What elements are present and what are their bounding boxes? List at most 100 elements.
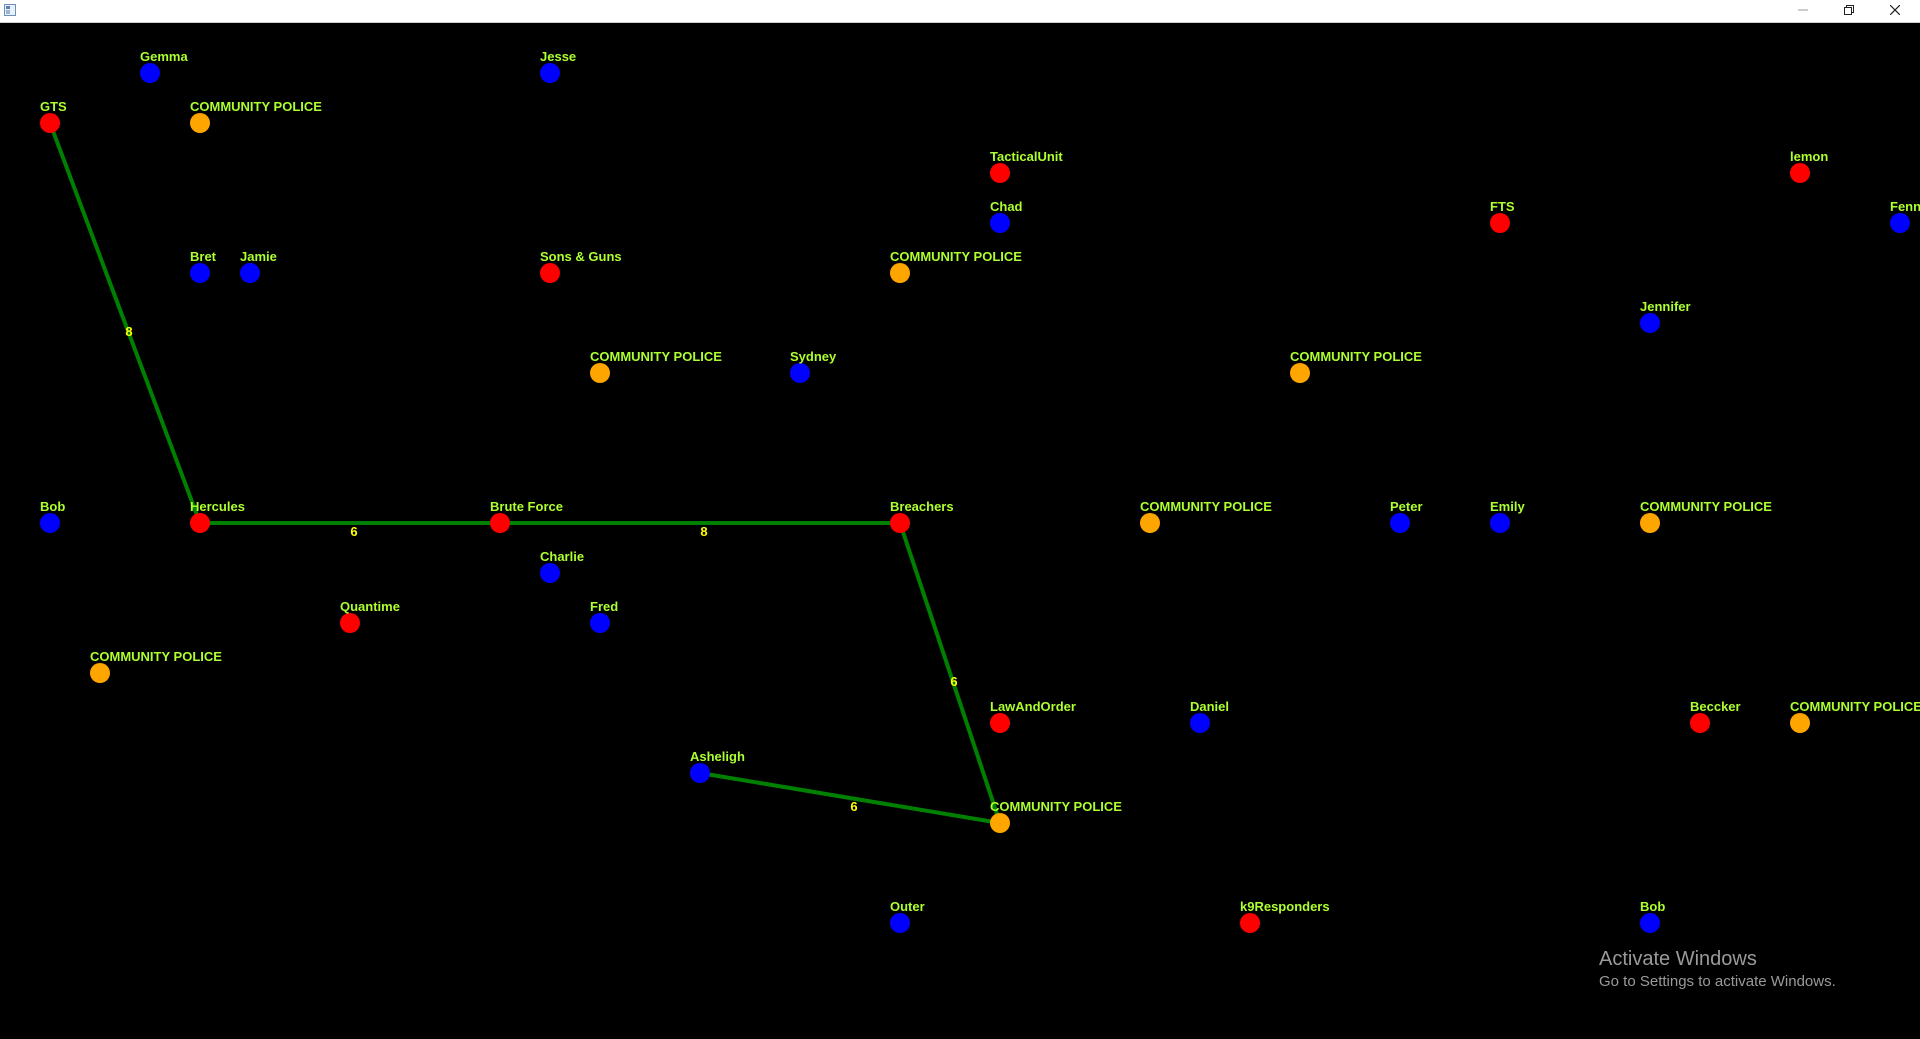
node-label: Chad	[990, 199, 1023, 214]
graph-node[interactable]: Sons & Guns	[540, 249, 622, 283]
graph-node[interactable]: TacticalUnit	[990, 149, 1063, 183]
team-node-dot[interactable]	[990, 163, 1010, 183]
graph-node[interactable]: Quantime	[340, 599, 400, 633]
team-node-dot[interactable]	[1490, 213, 1510, 233]
graph-node[interactable]: Chad	[990, 199, 1023, 233]
user-node-dot[interactable]	[990, 213, 1010, 233]
node-label: Fred	[590, 599, 618, 614]
graph-node[interactable]: COMMUNITY POLICE	[1790, 699, 1920, 733]
window-titlebar[interactable]	[0, 0, 1920, 23]
network-graph-canvas[interactable]: 8 6 8 6 6 Gemma Jesse GTS COMMUNITY POLICE Tactic…	[0, 0, 1920, 1039]
police-node-dot[interactable]	[1790, 713, 1810, 733]
node-label: GTS	[40, 99, 67, 114]
police-node-dot[interactable]	[590, 363, 610, 383]
node-label: Breachers	[890, 499, 954, 514]
graph-node[interactable]: Outer	[890, 899, 925, 933]
maximize-button[interactable]	[1826, 0, 1872, 22]
police-node-dot[interactable]	[1290, 363, 1310, 383]
team-node-dot[interactable]	[1790, 163, 1810, 183]
graph-node[interactable]: lemon	[1790, 149, 1828, 183]
user-node-dot[interactable]	[590, 613, 610, 633]
minimize-button[interactable]	[1780, 0, 1826, 22]
graph-node[interactable]: Hercules	[190, 499, 245, 533]
node-label: TacticalUnit	[990, 149, 1063, 164]
graph-node[interactable]: Sydney	[790, 349, 837, 383]
police-node-dot[interactable]	[990, 813, 1010, 833]
graph-node[interactable]: COMMUNITY POLICE	[90, 649, 222, 683]
user-node-dot[interactable]	[1890, 213, 1910, 233]
user-node-dot[interactable]	[1190, 713, 1210, 733]
team-node-dot[interactable]	[1690, 713, 1710, 733]
graph-node[interactable]: Bret	[190, 249, 217, 283]
graph-node[interactable]: Daniel	[1190, 699, 1229, 733]
graph-node[interactable]: Charlie	[540, 549, 584, 583]
graph-edge	[48, 122, 202, 524]
node-label: COMMUNITY POLICE	[1640, 499, 1772, 514]
user-node-dot[interactable]	[890, 913, 910, 933]
graph-node[interactable]: COMMUNITY POLICE	[1290, 349, 1422, 383]
user-node-dot[interactable]	[690, 763, 710, 783]
close-button[interactable]	[1872, 0, 1918, 22]
graph-node[interactable]: Jennifer	[1640, 299, 1691, 333]
user-node-dot[interactable]	[240, 263, 260, 283]
user-node-dot[interactable]	[40, 513, 60, 533]
user-node-dot[interactable]	[540, 63, 560, 83]
app-icon	[4, 4, 16, 16]
user-node-dot[interactable]	[1640, 913, 1660, 933]
user-node-dot[interactable]	[540, 563, 560, 583]
team-node-dot[interactable]	[190, 513, 210, 533]
team-node-dot[interactable]	[340, 613, 360, 633]
team-node-dot[interactable]	[990, 713, 1010, 733]
user-node-dot[interactable]	[1390, 513, 1410, 533]
team-node-dot[interactable]	[40, 113, 60, 133]
edge-weight-label: 8	[125, 324, 132, 339]
graph-node[interactable]: COMMUNITY POLICE	[190, 99, 322, 133]
node-label: COMMUNITY POLICE	[90, 649, 222, 664]
node-label: COMMUNITY POLICE	[890, 249, 1022, 264]
graph-node[interactable]: Fred	[590, 599, 618, 633]
graph-node[interactable]: Beccker	[1690, 699, 1741, 733]
graph-node[interactable]: COMMUNITY POLICE	[1640, 499, 1772, 533]
user-node-dot[interactable]	[140, 63, 160, 83]
police-node-dot[interactable]	[190, 113, 210, 133]
graph-node[interactable]: k9Responders	[1240, 899, 1330, 933]
team-node-dot[interactable]	[490, 513, 510, 533]
node-label: Jamie	[240, 249, 277, 264]
node-label: Emily	[1490, 499, 1525, 514]
police-node-dot[interactable]	[890, 263, 910, 283]
graph-node[interactable]: Breachers	[890, 499, 954, 533]
user-node-dot[interactable]	[1490, 513, 1510, 533]
edge-weight-label: 6	[950, 674, 957, 689]
graph-node[interactable]: Jesse	[540, 49, 576, 83]
node-label: Bob	[40, 499, 65, 514]
police-node-dot[interactable]	[1640, 513, 1660, 533]
user-node-dot[interactable]	[790, 363, 810, 383]
graph-node[interactable]: COMMUNITY POLICE	[990, 799, 1122, 833]
graph-node[interactable]: Emily	[1490, 499, 1525, 533]
graph-node[interactable]: Bob	[40, 499, 65, 533]
police-node-dot[interactable]	[1140, 513, 1160, 533]
user-node-dot[interactable]	[1640, 313, 1660, 333]
team-node-dot[interactable]	[1240, 913, 1260, 933]
node-label: Jesse	[540, 49, 576, 64]
graph-node[interactable]: FTS	[1490, 199, 1515, 233]
graph-node[interactable]: Brute Force	[490, 499, 563, 533]
police-node-dot[interactable]	[90, 663, 110, 683]
graph-node[interactable]: Bob	[1640, 899, 1665, 933]
user-node-dot[interactable]	[190, 263, 210, 283]
watermark-subtitle: Go to Settings to activate Windows.	[1599, 973, 1836, 990]
restore-icon	[1844, 5, 1854, 15]
graph-node[interactable]: COMMUNITY POLICE	[890, 249, 1022, 283]
edge-weight-label: 6	[350, 524, 357, 539]
team-node-dot[interactable]	[540, 263, 560, 283]
graph-node[interactable]: Peter	[1390, 499, 1423, 533]
graph-node[interactable]: LawAndOrder	[990, 699, 1076, 733]
minimize-icon	[1798, 9, 1808, 11]
graph-node[interactable]: Fenn	[1890, 199, 1920, 233]
team-node-dot[interactable]	[890, 513, 910, 533]
graph-node[interactable]: COMMUNITY POLICE	[1140, 499, 1272, 533]
graph-node[interactable]: GTS	[40, 99, 67, 133]
graph-node[interactable]: Gemma	[140, 49, 188, 83]
graph-node[interactable]: Jamie	[240, 249, 277, 283]
graph-node[interactable]: COMMUNITY POLICE	[590, 349, 722, 383]
